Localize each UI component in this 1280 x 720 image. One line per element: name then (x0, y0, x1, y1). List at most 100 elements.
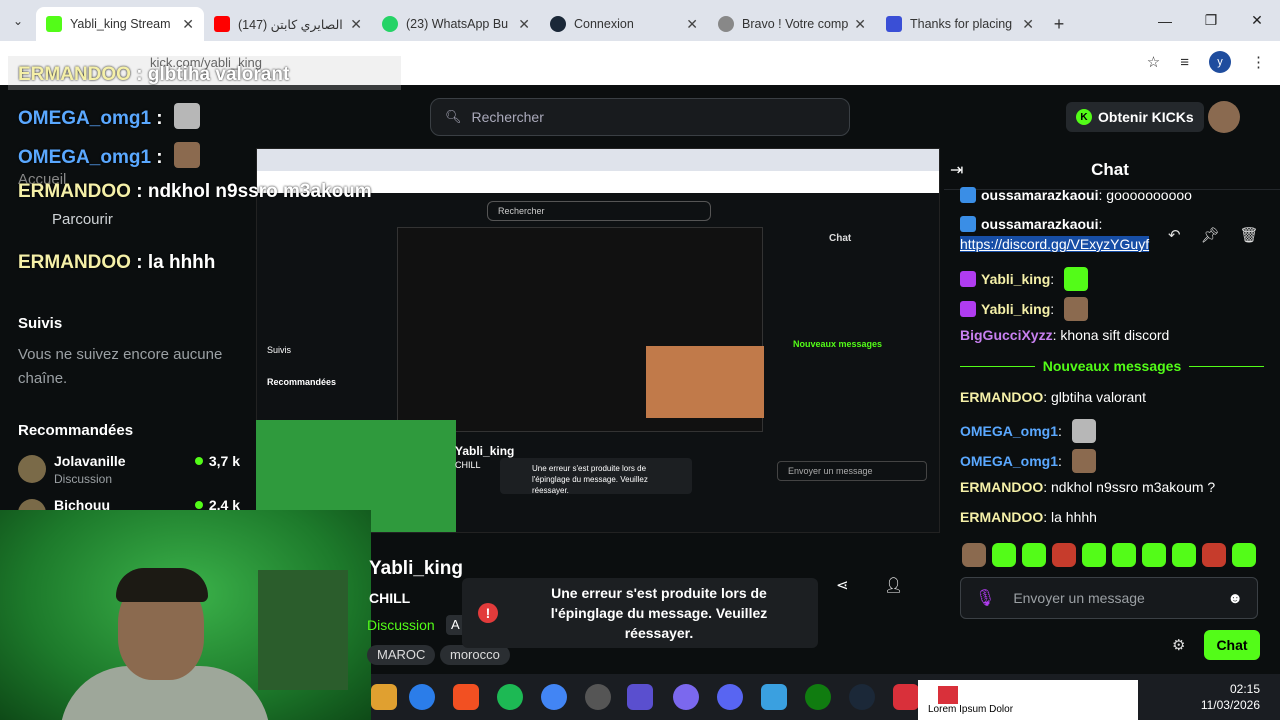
xbox-icon[interactable] (805, 684, 831, 710)
overlay-text: ndkhol n9ssro m3akoum (147, 181, 372, 202)
edge-icon[interactable] (409, 684, 435, 710)
mic-icon[interactable]: 🎙︎ (975, 588, 995, 608)
close-icon[interactable]: ✕ (182, 16, 194, 33)
undo-icon[interactable]: ↶ (1168, 226, 1181, 244)
chat-message[interactable]: oussamarazkaoui: goooooooooo (960, 187, 1192, 203)
webcam-feed (0, 510, 371, 720)
pin-icon[interactable]: 📌︎ (1201, 226, 1220, 244)
close-icon[interactable]: ✕ (518, 16, 530, 33)
stream-channel-name[interactable]: Yabli_king (369, 558, 463, 580)
chrome-icon[interactable] (541, 684, 567, 710)
emote-icon[interactable] (1052, 543, 1076, 567)
chat-user[interactable]: oussamarazkaoui (981, 216, 1099, 232)
tab-whatsapp[interactable]: (23) WhatsApp Bu ✕ (372, 7, 540, 41)
emote-icon[interactable] (992, 543, 1016, 567)
more-icon[interactable]: ⋮ (1251, 53, 1266, 71)
stream-title: CHILL (369, 590, 411, 606)
chat-user[interactable]: ERMANDOO (960, 479, 1043, 495)
emote-icon[interactable] (1022, 543, 1046, 567)
emote-icon[interactable] (1112, 543, 1136, 567)
tab-bravo[interactable]: Bravo ! Votre comp ✕ (708, 7, 876, 41)
error-toast: ! Une erreur s'est produite lors de l'ép… (462, 578, 818, 648)
stream-tag[interactable]: morocco (440, 645, 510, 665)
chat-user[interactable]: oussamarazkaoui (981, 187, 1099, 203)
emote-icon[interactable] (1142, 543, 1166, 567)
emote-icon[interactable] (1172, 543, 1196, 567)
get-kicks-button[interactable]: K Obtenir KICKs (1066, 102, 1204, 132)
close-icon[interactable]: ✕ (1022, 16, 1034, 33)
chat-message[interactable]: Yabli_king: (960, 267, 1089, 291)
user-avatar[interactable] (1208, 101, 1240, 133)
youtube-favicon-icon (214, 16, 230, 32)
clock[interactable]: 02:15 11/03/2026 (1201, 681, 1260, 713)
chat-message[interactable]: oussamarazkaoui: (960, 216, 1102, 232)
recommended-title: Recommandées (18, 422, 134, 439)
tab-search-icon[interactable]: ⌄ (0, 0, 36, 41)
obs-active-icon[interactable] (627, 684, 653, 710)
trash-icon[interactable]: 🗑︎ (1240, 226, 1259, 244)
chat-message[interactable]: OMEGA_omg1: (960, 419, 1096, 443)
send-chat-button[interactable]: Chat (1204, 630, 1260, 660)
spotify-icon[interactable] (497, 684, 523, 710)
notification-text: Lorem Ipsum Dolor (928, 704, 1014, 715)
emote-icon[interactable] (962, 543, 986, 567)
chat-user[interactable]: OMEGA_omg1 (960, 453, 1058, 469)
stream-category[interactable]: Discussion (367, 617, 435, 633)
chat-message[interactable]: ERMANDOO: glbtiha valorant (960, 389, 1146, 405)
app-icon[interactable] (893, 684, 919, 710)
chat-message[interactable]: OMEGA_omg1: (960, 449, 1096, 473)
chat-message-link[interactable]: https://discord.gg/VExyzYGuyf (960, 236, 1150, 252)
tab-thanks[interactable]: Thanks for placing ✕ (876, 7, 1044, 41)
discord-link[interactable]: https://discord.gg/VExyzYGuyf (960, 236, 1150, 252)
close-icon[interactable]: ✕ (350, 16, 362, 33)
maximize-icon[interactable]: ❐ (1188, 0, 1234, 41)
emote-icon[interactable] (1202, 543, 1226, 567)
tab-title: Connexion (574, 17, 634, 31)
chat-message[interactable]: ERMANDOO: ndkhol n9ssro m3akoum ? (960, 479, 1215, 495)
chat-input[interactable]: 🎙︎ Envoyer un message ☻ (960, 577, 1258, 619)
chat-user[interactable]: ERMANDOO (960, 509, 1043, 525)
follow-icon[interactable]: 👤︎ (884, 576, 903, 594)
minimize-icon[interactable]: — (1142, 0, 1188, 41)
media-icon[interactable]: ≡ (1180, 54, 1189, 71)
channel-category: Discussion (54, 472, 113, 486)
tab-youtube[interactable]: (147) الصايري كابتن ✕ (204, 7, 372, 41)
chat-text: goooooooooo (1106, 187, 1192, 203)
plus-icon[interactable]: + (1044, 7, 1074, 41)
chat-user[interactable]: ERMANDOO (960, 389, 1043, 405)
folder-icon[interactable] (371, 684, 397, 710)
close-icon[interactable]: ✕ (686, 16, 698, 33)
discord-icon[interactable] (717, 684, 743, 710)
chat-user[interactable]: Yabli_king (981, 301, 1050, 317)
chat-message[interactable]: ERMANDOO: la hhhh (960, 509, 1097, 525)
store-icon[interactable] (453, 684, 479, 710)
chat-user[interactable]: Yabli_king (981, 271, 1050, 287)
emote-icon[interactable] (1232, 543, 1256, 567)
search-placeholder: Rechercher (471, 109, 544, 125)
chat-user[interactable]: BigGucciXyzz (960, 327, 1053, 343)
overlay-user: OMEGA_omg1 (18, 147, 152, 168)
profile-avatar[interactable]: y (1209, 51, 1231, 73)
chat-message[interactable]: BigGucciXyzz: khona sift discord (960, 327, 1169, 343)
obs-icon[interactable] (585, 684, 611, 710)
chat-app-icon[interactable] (673, 684, 699, 710)
stream-tag[interactable]: MAROC (367, 645, 436, 665)
notification-preview[interactable]: Lorem Ipsum Dolor (918, 680, 1138, 720)
photos-icon[interactable] (761, 684, 787, 710)
smile-icon[interactable]: ☻ (1227, 590, 1243, 607)
gear-icon[interactable]: ⚙ (1172, 636, 1185, 654)
search-input[interactable]: 🔍︎ Rechercher (430, 98, 850, 136)
star-icon[interactable]: ☆ (1147, 53, 1160, 71)
tab-kick-stream[interactable]: Yabli_king Stream ✕ (36, 7, 204, 41)
emote-icon[interactable] (1082, 543, 1106, 567)
share-icon[interactable]: ⋖ (836, 576, 849, 594)
chat-user[interactable]: OMEGA_omg1 (960, 423, 1058, 439)
chat-message[interactable]: Yabli_king: (960, 297, 1089, 321)
close-window-icon[interactable]: ✕ (1234, 0, 1280, 41)
overlay-text: glbtiha valorant (147, 64, 290, 85)
tab-steam[interactable]: Connexion ✕ (540, 7, 708, 41)
captured-following-title: Suivis (267, 345, 292, 355)
recommended-channel[interactable]: Jolavanille Discussion 3,7 k (18, 453, 240, 489)
steam-icon[interactable] (849, 684, 875, 710)
close-icon[interactable]: ✕ (854, 16, 866, 33)
